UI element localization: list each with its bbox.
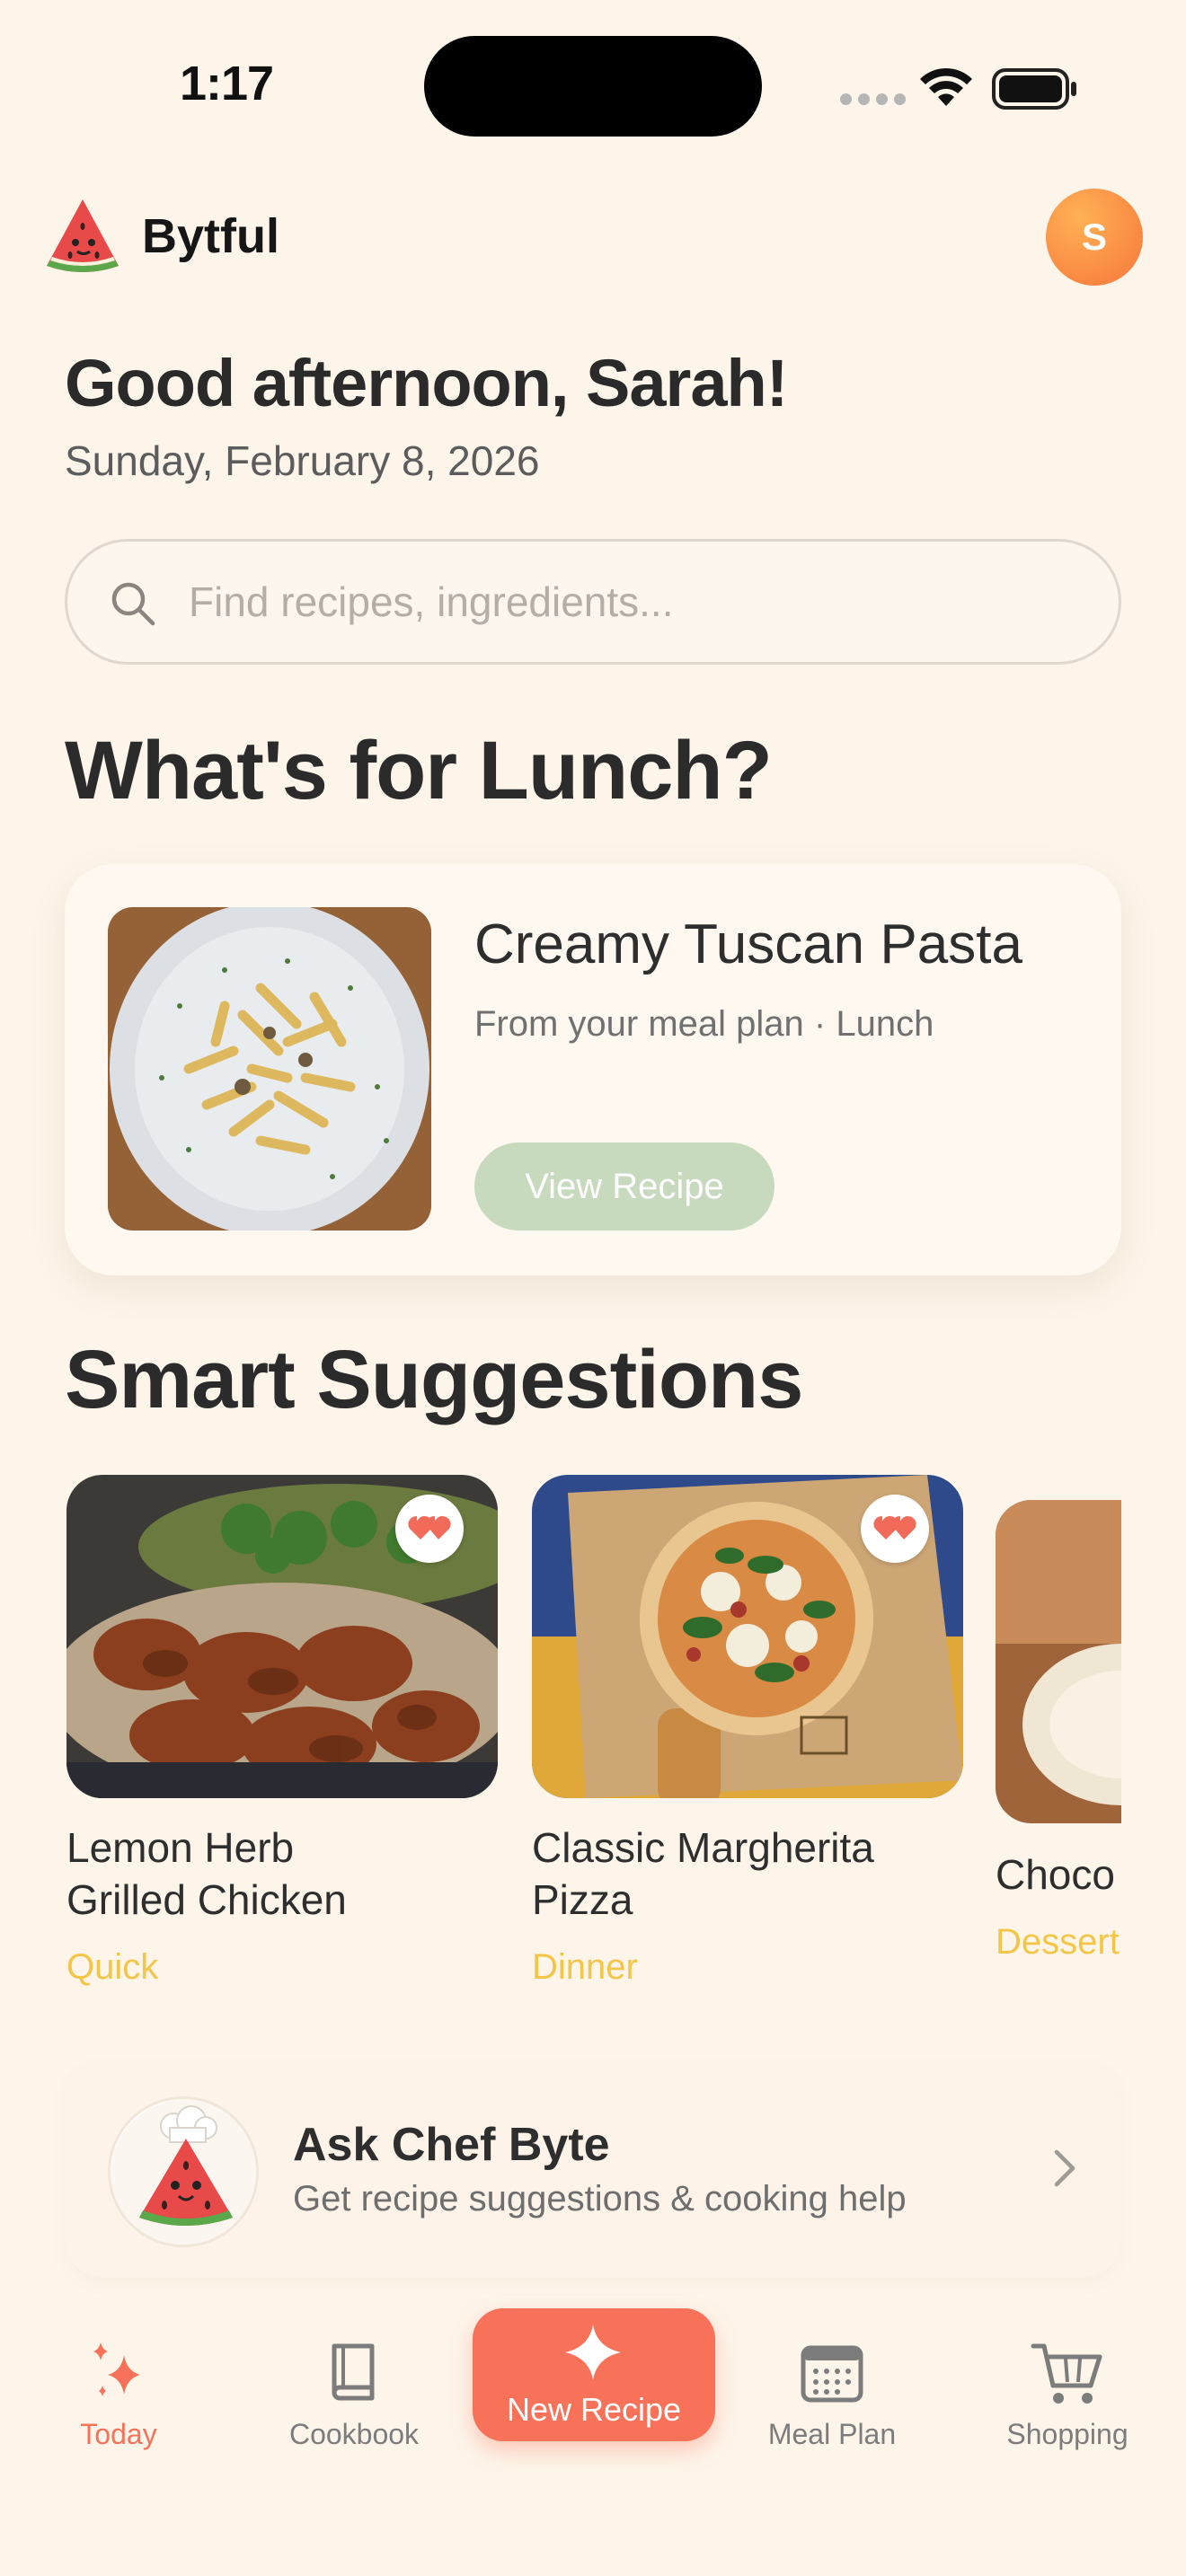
favorite-heart-icon[interactable] [861,1495,929,1563]
current-date: Sunday, February 8, 2026 [65,437,540,484]
search-icon [111,582,155,626]
tab-label-meal-plan: Meal Plan [767,2418,897,2450]
suggestion-card-image[interactable] [996,1500,1121,1823]
ask-chef-subtitle: Get recipe suggestions & cooking help [293,2179,907,2219]
chef-watermelon-avatar [108,2096,259,2247]
wifi-icon [920,67,972,106]
battery-icon [992,68,1076,110]
tab-label-cookbook: Cookbook [288,2418,420,2450]
lunch-section-title: What's for Lunch? [65,725,773,816]
suggestion-tag: Dinner [532,1947,638,1987]
profile-avatar[interactable]: S [1046,189,1143,286]
tab-shopping[interactable]: Shopping [960,2337,1175,2451]
tab-cookbook[interactable]: Cookbook [246,2337,462,2451]
app-name: Bytful [142,209,279,263]
suggestion-name-line2: Grilled Chicken [66,1876,347,1923]
status-time: 1:17 [180,57,274,110]
chevron-right-icon [1054,2149,1075,2187]
suggestions-section-title: Smart Suggestions [65,1334,803,1425]
suggestion-tag: Quick [66,1947,159,1987]
search-input[interactable] [189,575,1069,629]
lunch-recipe-title: Creamy Tuscan Pasta [474,913,1022,975]
sparkle-icon [93,2342,140,2396]
new-recipe-label: New Recipe [506,2391,682,2428]
lunch-recipe-subtitle: From your meal plan · Lunch [474,1004,934,1044]
suggestion-name-line1: Classic Margherita [532,1824,874,1871]
tab-label-today: Today [80,2418,157,2450]
dynamic-island [424,36,762,137]
cellular-signal-icon [840,93,906,105]
suggestion-name-line1: Choco [996,1851,1115,1898]
favorite-heart-icon[interactable] [395,1495,464,1563]
view-recipe-button[interactable]: View Recipe [474,1142,774,1231]
tab-today[interactable]: Today [11,2337,226,2451]
calendar-icon [801,2345,863,2403]
tab-meal-plan[interactable]: Meal Plan [724,2337,940,2451]
book-icon [332,2343,375,2401]
suggestion-name-line1: Lemon Herb [66,1824,295,1871]
ask-chef-title: Ask Chef Byte [293,2119,610,2171]
suggestion-name-line2: Pizza [532,1876,633,1923]
greeting-title: Good afternoon, Sarah! [65,346,788,420]
tab-label-shopping: Shopping [1006,2418,1128,2450]
sparkle-icon [565,2325,621,2380]
shopping-cart-icon [1031,2343,1102,2404]
watermelon-logo-icon [43,196,122,279]
pasta-image [108,907,431,1231]
suggestion-tag: Dessert [996,1922,1120,1962]
